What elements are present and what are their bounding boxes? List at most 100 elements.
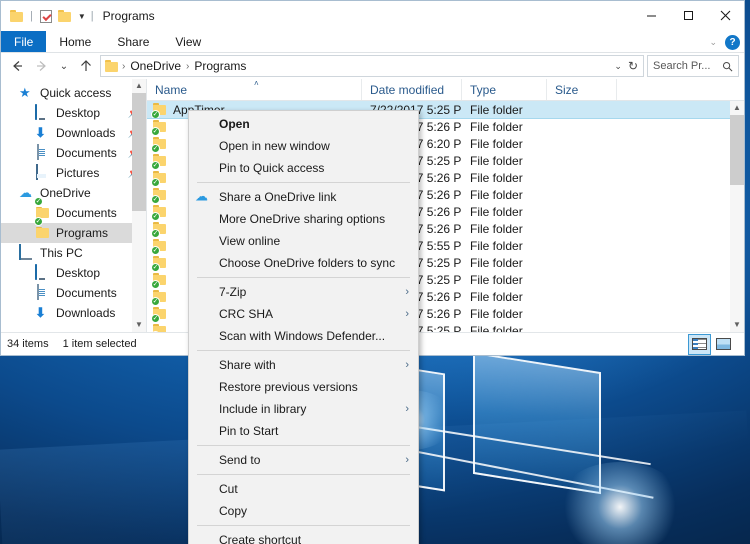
menu-item-share-a-onedrive-link[interactable]: ☁ Share a OneDrive link xyxy=(189,186,418,208)
menu-item-label: Share with xyxy=(219,358,276,372)
menu-item-restore-previous-versions[interactable]: Restore previous versions xyxy=(189,376,418,398)
menu-item-scan-with-windows-defender[interactable]: Scan with Windows Defender... xyxy=(189,325,418,347)
star-icon: ★ xyxy=(19,85,31,100)
column-header-type[interactable]: Type xyxy=(462,79,547,100)
chevron-down-icon[interactable]: ▼ xyxy=(78,12,86,21)
large-icons-view-icon xyxy=(716,338,731,350)
menu-item-7-zip[interactable]: 7-Zip › xyxy=(189,281,418,303)
sidebar-item-desktop[interactable]: Desktop📌 xyxy=(1,103,146,123)
onedrive-cloud-icon: ☁ xyxy=(19,185,32,200)
breadcrumb-onedrive[interactable]: OneDrive xyxy=(127,59,184,73)
type-cell: File folder xyxy=(470,187,523,202)
defender-shield-icon xyxy=(195,328,212,345)
download-icon: ⬇ xyxy=(35,305,51,321)
title-bar[interactable]: | ▼ | Programs xyxy=(1,1,744,31)
sync-badge-icon: ✓ xyxy=(151,313,160,322)
folder-synced-icon: ✓ xyxy=(151,204,168,220)
type-cell: File folder xyxy=(470,272,523,287)
tab-share[interactable]: Share xyxy=(104,31,162,52)
monitor-icon xyxy=(35,264,37,280)
folder-synced-icon: ✓ xyxy=(151,306,168,322)
tab-home[interactable]: Home xyxy=(46,31,104,52)
forward-button[interactable] xyxy=(31,55,53,77)
search-input[interactable]: Search Pr... xyxy=(647,55,739,77)
minimize-button[interactable] xyxy=(633,1,670,30)
view-buttons xyxy=(688,333,738,355)
type-cell: File folder xyxy=(470,136,523,151)
sidebar-item-documents[interactable]: Documents xyxy=(1,283,146,303)
menu-separator xyxy=(197,350,410,351)
menu-item-label: Open in new window xyxy=(219,139,330,153)
sidebar-item-this-pc[interactable]: This PC xyxy=(1,243,146,263)
close-button[interactable] xyxy=(707,1,744,30)
sidebar-item-pictures[interactable]: Pictures📌 xyxy=(1,163,146,183)
maximize-button[interactable] xyxy=(670,1,707,30)
menu-item-open[interactable]: Open xyxy=(189,113,418,135)
file-list-scrollbar[interactable]: ▲ ▼ xyxy=(730,101,744,332)
menu-item-cut[interactable]: Cut xyxy=(189,478,418,500)
sidebar-item-desktop[interactable]: Desktop xyxy=(1,263,146,283)
breadcrumb-programs[interactable]: Programs xyxy=(191,59,249,73)
menu-item-label: CRC SHA xyxy=(219,307,274,321)
menu-item-label: Copy xyxy=(219,504,248,518)
scroll-up-icon[interactable]: ▲ xyxy=(730,101,744,115)
sidebar-item-downloads[interactable]: ⬇Downloads📌 xyxy=(1,123,146,143)
column-header-label: Name xyxy=(155,82,188,97)
sidebar-item-downloads[interactable]: ⬇ Downloads xyxy=(1,303,146,323)
up-button[interactable] xyxy=(75,55,97,77)
navigation-scrollbar[interactable]: ▲ ▼ xyxy=(132,79,146,332)
menu-item-crc-sha[interactable]: CRC SHA › xyxy=(189,303,418,325)
menu-item-share-with[interactable]: Share with › xyxy=(189,354,418,376)
menu-item-choose-onedrive-folders-to-sync[interactable]: Choose OneDrive folders to sync xyxy=(189,252,418,274)
sidebar-item-quick-access[interactable]: ★ Quick access xyxy=(1,83,146,103)
submenu-arrow-icon: › xyxy=(405,454,409,466)
column-header-size[interactable]: Size xyxy=(547,79,617,100)
sidebar-item-label: Documents xyxy=(56,286,117,300)
column-header-name[interactable]: Name ˄ xyxy=(147,79,362,100)
menu-item-label: View online xyxy=(219,234,281,248)
recent-locations-button[interactable]: ⌄ xyxy=(56,55,72,77)
sidebar-item-label: Programs xyxy=(56,226,109,240)
picture-icon xyxy=(35,164,51,181)
tab-view[interactable]: View xyxy=(162,31,214,52)
submenu-arrow-icon: › xyxy=(405,308,409,320)
folder-icon[interactable] xyxy=(9,8,25,24)
menu-item-create-shortcut[interactable]: Create shortcut xyxy=(189,529,418,544)
sync-badge-icon: ✓ xyxy=(151,109,160,118)
folder-synced-icon: ✓ xyxy=(151,136,168,152)
chevron-down-icon[interactable]: ⌄ xyxy=(709,37,717,48)
new-folder-icon[interactable] xyxy=(58,8,74,24)
chevron-down-icon[interactable]: ⌄ xyxy=(614,61,622,72)
breadcrumb-separator: › xyxy=(186,60,190,72)
scroll-up-icon[interactable]: ▲ xyxy=(132,79,146,93)
tab-file[interactable]: File xyxy=(1,31,47,52)
forward-arrow-icon xyxy=(37,61,46,71)
sidebar-item-programs[interactable]: ✓ Programs xyxy=(1,217,146,243)
help-icon[interactable]: ? xyxy=(725,34,740,50)
menu-item-copy[interactable]: Copy xyxy=(189,500,418,522)
scroll-down-icon[interactable]: ▼ xyxy=(132,318,146,332)
column-header-date-modified[interactable]: Date modified xyxy=(362,79,462,100)
menu-item-label: 7-Zip xyxy=(219,285,247,299)
sidebar-item-onedrive[interactable]: ☁ OneDrive xyxy=(1,183,146,203)
scrollbar-thumb[interactable] xyxy=(132,93,146,211)
scrollbar-thumb[interactable] xyxy=(730,115,744,185)
menu-item-more-onedrive-sharing-options[interactable]: More OneDrive sharing options xyxy=(189,208,418,230)
type-cell: File folder xyxy=(470,204,523,219)
menu-item-open-in-new-window[interactable]: Open in new window xyxy=(189,135,418,157)
menu-item-view-online[interactable]: View online xyxy=(189,230,418,252)
menu-item-send-to[interactable]: Send to › xyxy=(189,449,418,471)
back-button[interactable] xyxy=(6,55,28,77)
menu-item-pin-to-quick-access[interactable]: Pin to Quick access xyxy=(189,157,418,179)
menu-item-pin-to-start[interactable]: Pin to Start xyxy=(189,420,418,442)
address-bar[interactable]: › OneDrive › Programs ⌄ ↻ xyxy=(100,55,644,77)
refresh-icon[interactable]: ↻ xyxy=(628,59,638,73)
sidebar-item-documents[interactable]: ✓ Documents xyxy=(1,197,146,223)
details-view-button[interactable] xyxy=(688,333,711,355)
properties-icon[interactable] xyxy=(38,8,54,24)
scroll-down-icon[interactable]: ▼ xyxy=(730,318,744,332)
menu-item-include-in-library[interactable]: Include in library › xyxy=(189,398,418,420)
large-icons-view-button[interactable] xyxy=(713,335,734,354)
onedrive-cloud-icon: ☁ xyxy=(19,185,35,201)
sidebar-item-documents[interactable]: Documents📌 xyxy=(1,143,146,163)
